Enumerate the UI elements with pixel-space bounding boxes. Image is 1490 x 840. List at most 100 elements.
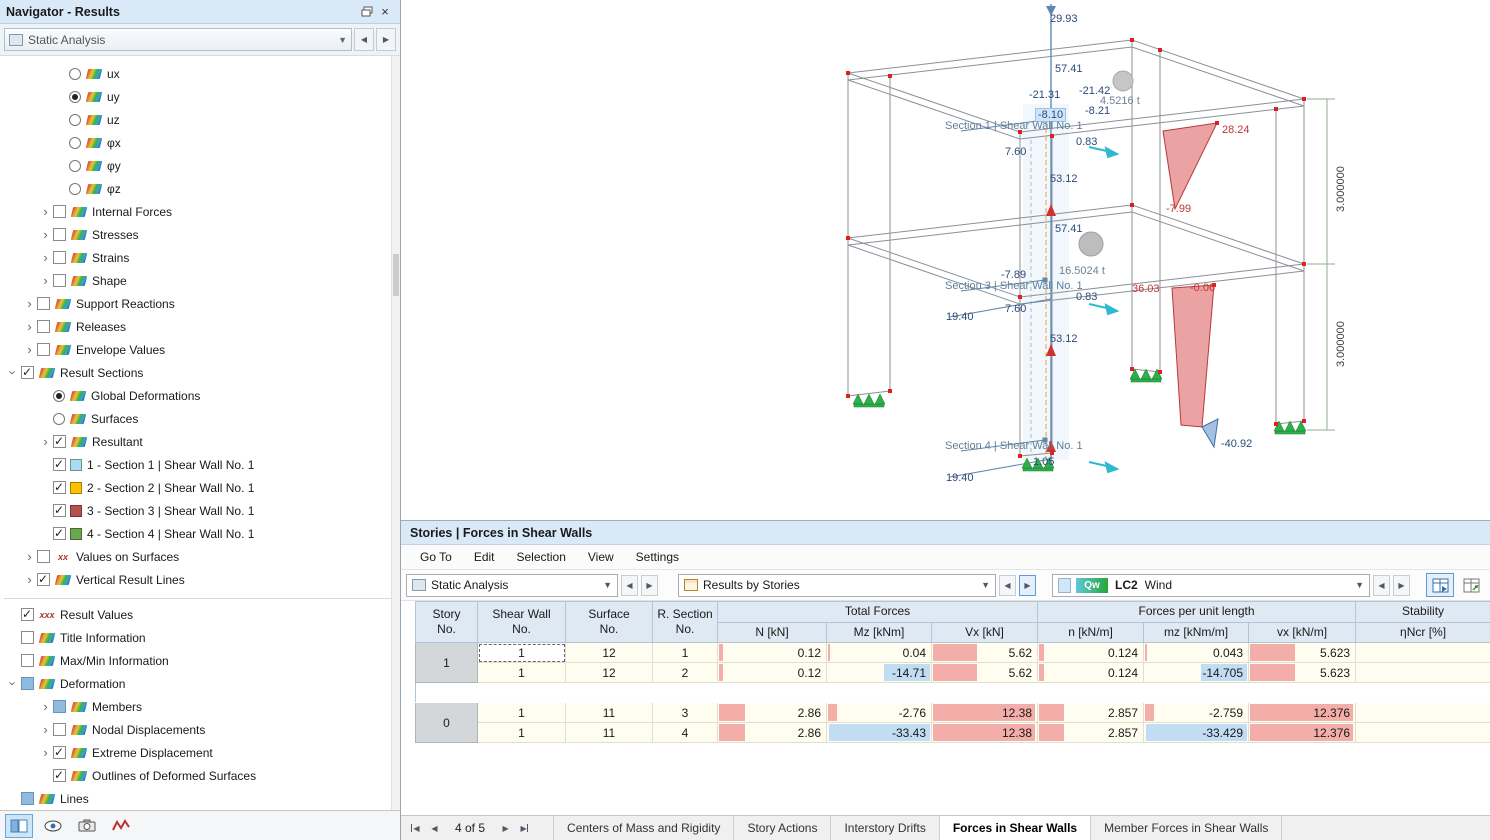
value-cell[interactable]: -33.43 [827,723,932,743]
surface-cell[interactable]: 11 [566,723,653,743]
value-cell[interactable]: 0.043 [1144,643,1249,663]
tree-item-members[interactable]: ›Members [0,695,400,718]
tree-item-stresses[interactable]: ›Stresses [0,223,400,246]
checkbox[interactable] [37,550,50,563]
tree-item-y[interactable]: φy [0,154,400,177]
tree-item-uz[interactable]: uz [0,108,400,131]
shear-wall-cell[interactable]: 1 [478,663,566,683]
checkbox[interactable] [53,700,66,713]
menu-edit[interactable]: Edit [463,545,506,569]
checkbox[interactable] [37,320,50,333]
load-case-next-button[interactable]: ▶ [1393,575,1410,596]
value-cell[interactable]: 12.376 [1249,723,1356,743]
tree-item-strains[interactable]: ›Strains [0,246,400,269]
value-cell[interactable]: 5.62 [932,663,1038,683]
first-table-button[interactable]: ◀ [407,818,424,839]
header-shear-wall[interactable]: Shear Wall No. [478,602,566,643]
next-table-button[interactable]: ▶ [497,818,514,839]
expander-icon[interactable]: › [38,274,53,287]
checkbox[interactable] [53,527,66,540]
analysis-next-button[interactable]: ▶ [641,575,658,596]
header-total-forces[interactable]: Total Forces [718,602,1038,623]
value-cell[interactable]: 2.86 [718,723,827,743]
tree-item-support-reactions[interactable]: ›Support Reactions [0,292,400,315]
value-cell[interactable]: 12.376 [1249,703,1356,723]
result-diagram-icon[interactable] [107,814,135,838]
r-section-cell[interactable]: 2 [653,663,718,683]
tab-interstory-drifts[interactable]: Interstory Drifts [830,816,938,840]
header-vx[interactable]: Vx [kN] [932,622,1038,643]
value-cell[interactable]: 12.38 [932,703,1038,723]
checkbox[interactable] [53,723,66,736]
checkbox[interactable] [21,608,34,621]
load-case-combo[interactable]: Qw LC2 Wind ▼ [1052,574,1370,597]
checkbox[interactable] [53,435,66,448]
tree-item-ux[interactable]: ux [0,62,400,85]
header-mz[interactable]: Mz [kNm] [827,622,932,643]
tree-item-3-section-3-shear-wall-no-1[interactable]: 3 - Section 3 | Shear Wall No. 1 [0,499,400,522]
tree-item-lines[interactable]: Lines [0,787,400,810]
shear-wall-cell[interactable]: 1 [478,723,566,743]
value-cell[interactable]: 2.857 [1038,703,1144,723]
tree-item-shape[interactable]: ›Shape [0,269,400,292]
navigator-panels-icon[interactable] [5,814,33,838]
tree-item-envelope-values[interactable]: ›Envelope Values [0,338,400,361]
expander-icon[interactable]: › [6,366,21,379]
shear-wall-cell[interactable]: 1 [478,643,566,663]
tree-item-uy[interactable]: uy [0,85,400,108]
visibility-eye-icon[interactable] [39,814,67,838]
tree-item-outlines-of-deformed-surfaces[interactable]: Outlines of Deformed Surfaces [0,764,400,787]
tree-item-2-section-2-shear-wall-no-1[interactable]: 2 - Section 2 | Shear Wall No. 1 [0,476,400,499]
menu-view[interactable]: View [577,545,625,569]
expander-icon[interactable]: › [38,723,53,736]
tab-member-forces-in-shear-walls[interactable]: Member Forces in Shear Walls [1090,816,1282,840]
value-cell[interactable]: -14.705 [1144,663,1249,683]
value-cell[interactable]: 5.623 [1249,663,1356,683]
last-table-button[interactable]: ▶ [516,818,533,839]
navigator-scrollbar[interactable] [391,56,400,810]
value-cell[interactable]: 0.12 [718,643,827,663]
checkbox[interactable] [53,228,66,241]
tree-item-resultant[interactable]: ›Resultant [0,430,400,453]
value-cell[interactable]: 2.857 [1038,723,1144,743]
navigator-next-button[interactable]: ▶ [376,28,396,51]
show-results-table-button[interactable] [1426,573,1454,597]
float-window-icon[interactable] [358,3,376,21]
value-cell[interactable]: 0.124 [1038,643,1144,663]
radio-button[interactable] [69,137,81,149]
checkbox[interactable] [21,792,34,805]
value-cell[interactable]: -2.76 [827,703,932,723]
tree-item-internal-forces[interactable]: ›Internal Forces [0,200,400,223]
header-n-unit[interactable]: n [kN/m] [1038,622,1144,643]
r-section-cell[interactable]: 3 [653,703,718,723]
tree-item-extreme-displacement[interactable]: ›Extreme Displacement [0,741,400,764]
checkbox[interactable] [53,769,66,782]
expander-icon[interactable]: › [38,435,53,448]
close-icon[interactable]: × [376,3,394,21]
menu-go-to[interactable]: Go To [409,545,463,569]
checkbox[interactable] [37,573,50,586]
results-panel-titlebar[interactable]: Stories | Forces in Shear Walls [401,521,1490,545]
tree-item-global-deformations[interactable]: Global Deformations [0,384,400,407]
expander-icon[interactable]: › [38,228,53,241]
value-cell[interactable]: -2.759 [1144,703,1249,723]
tree-item-releases[interactable]: ›Releases [0,315,400,338]
header-eta-ncr[interactable]: ηNcr [%] [1356,622,1490,643]
header-stability[interactable]: Stability [1356,602,1490,623]
tree-item-x[interactable]: φx [0,131,400,154]
export-table-button[interactable] [1457,573,1485,597]
checkbox[interactable] [53,746,66,759]
header-surface[interactable]: Surface No. [566,602,653,643]
tree-item-surfaces[interactable]: Surfaces [0,407,400,430]
value-cell[interactable]: 2.86 [718,703,827,723]
results-prev-button[interactable]: ◀ [999,575,1016,596]
checkbox[interactable] [37,297,50,310]
expander-icon[interactable]: › [22,320,37,333]
header-mz-unit[interactable]: mz [kNm/m] [1144,622,1249,643]
expander-icon[interactable]: › [38,746,53,759]
r-section-cell[interactable]: 4 [653,723,718,743]
checkbox[interactable] [21,366,34,379]
load-case-prev-button[interactable]: ◀ [1373,575,1390,596]
results-by-combo[interactable]: Results by Stories ▼ [678,574,996,597]
camera-icon[interactable] [73,814,101,838]
